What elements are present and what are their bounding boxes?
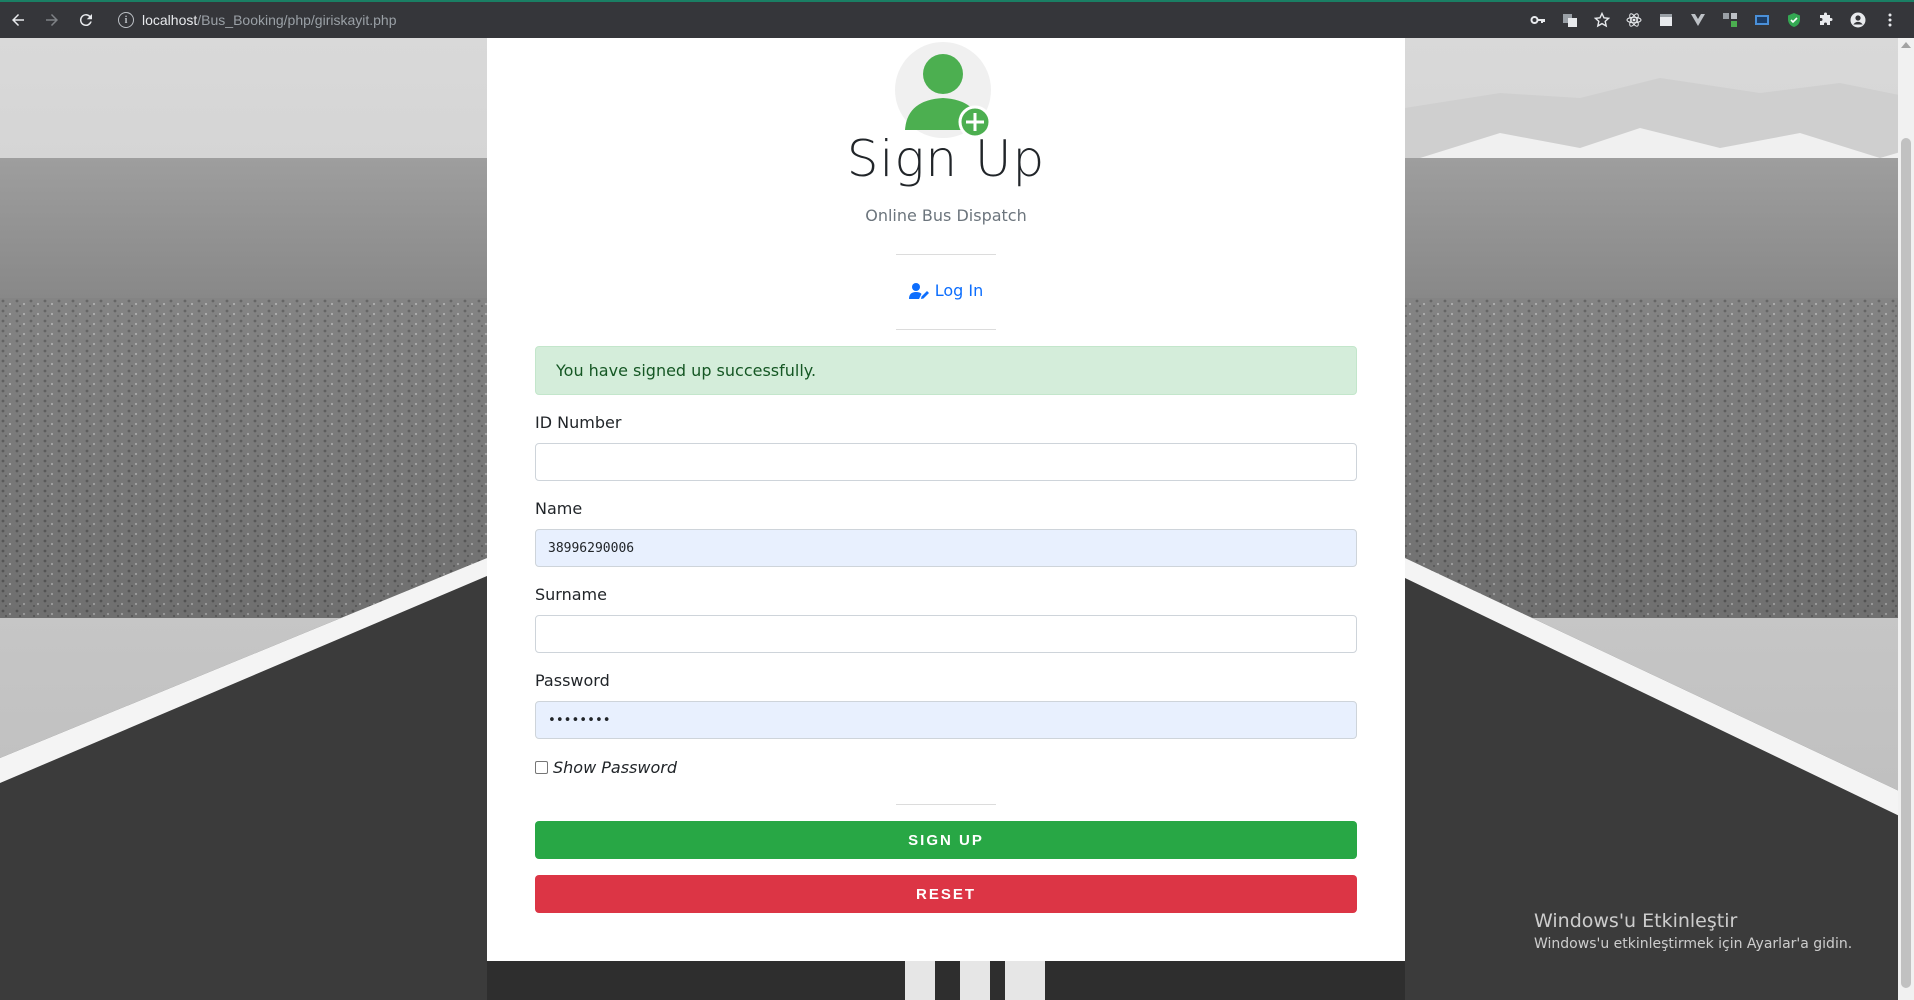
star-icon[interactable]: [1590, 8, 1614, 32]
url-host: localhost: [142, 12, 198, 28]
success-alert: You have signed up successfully.: [535, 346, 1357, 395]
page-title: Sign Up: [846, 130, 1046, 188]
scroll-up-arrow-icon[interactable]: [1901, 42, 1911, 48]
password-label: Password: [535, 671, 610, 690]
password-input[interactable]: [535, 701, 1357, 739]
react-devtools-icon[interactable]: [1622, 8, 1646, 32]
id-number-label: ID Number: [535, 413, 622, 432]
translate-icon[interactable]: [1558, 8, 1582, 32]
windows-activation-watermark: Windows'u Etkinleştir Windows'u etkinleş…: [1534, 910, 1852, 952]
extensions-bar: [1526, 8, 1902, 32]
profile-icon[interactable]: [1846, 8, 1870, 32]
add-user-icon: [895, 42, 992, 139]
show-password-row[interactable]: Show Password: [535, 758, 677, 777]
menu-icon[interactable]: [1878, 8, 1902, 32]
show-password-checkbox[interactable]: [535, 761, 548, 774]
surname-label: Surname: [535, 585, 607, 604]
show-password-label[interactable]: Show Password: [553, 758, 677, 777]
extension-grid-icon[interactable]: [1718, 8, 1742, 32]
key-icon[interactable]: [1526, 8, 1550, 32]
notes-icon[interactable]: [1654, 8, 1678, 32]
screenshot-icon[interactable]: [1750, 8, 1774, 32]
user-edit-icon: [908, 282, 929, 299]
name-label: Name: [535, 499, 583, 518]
shield-icon[interactable]: [1782, 8, 1806, 32]
login-link-label: Log In: [934, 281, 984, 300]
back-icon[interactable]: [2, 4, 34, 36]
reset-button[interactable]: RESET: [535, 875, 1357, 913]
site-info-icon[interactable]: i: [118, 12, 134, 28]
id-number-input[interactable]: [535, 443, 1357, 481]
scrollbar-thumb[interactable]: [1901, 138, 1911, 988]
page-viewport: Sign Up Online Bus Dispatch Log In You h…: [0, 38, 1914, 1000]
signup-button[interactable]: SIGN UP: [535, 821, 1357, 859]
forward-icon[interactable]: [36, 4, 68, 36]
address-bar[interactable]: i localhost/Bus_Booking/php/giriskayit.p…: [110, 5, 405, 35]
reload-icon[interactable]: [70, 4, 102, 36]
vertical-scrollbar[interactable]: [1898, 38, 1914, 1000]
watermark-subtitle: Windows'u etkinleştirmek için Ayarlar'a …: [1534, 936, 1853, 952]
login-link[interactable]: Log In: [487, 281, 1405, 300]
page-subtitle: Online Bus Dispatch: [865, 206, 1027, 225]
vue-devtools-icon[interactable]: [1686, 8, 1710, 32]
browser-toolbar: i localhost/Bus_Booking/php/giriskayit.p…: [0, 0, 1914, 38]
signup-card: Sign Up Online Bus Dispatch Log In You h…: [487, 38, 1405, 961]
divider: [896, 804, 996, 805]
extensions-puzzle-icon[interactable]: [1814, 8, 1838, 32]
surname-input[interactable]: [535, 615, 1357, 653]
url-path: /Bus_Booking/php/giriskayit.php: [197, 12, 397, 28]
divider: [896, 329, 996, 330]
name-input[interactable]: [535, 529, 1357, 567]
divider: [896, 254, 996, 255]
watermark-title: Windows'u Etkinleştir: [1534, 910, 1738, 932]
